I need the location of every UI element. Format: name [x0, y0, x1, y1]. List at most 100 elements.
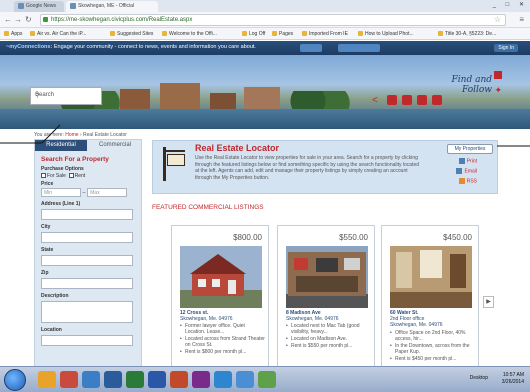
location-input[interactable] — [41, 335, 133, 346]
site-search-input[interactable]: Search ⚲ — [30, 87, 102, 105]
forward-icon[interactable]: → — [14, 15, 22, 25]
banner-building — [120, 89, 150, 111]
onenote-icon[interactable] — [192, 371, 210, 388]
home-icon[interactable] — [417, 95, 427, 105]
start-button[interactable] — [4, 369, 26, 391]
price-label: Price — [41, 181, 54, 187]
maps-icon[interactable] — [258, 371, 276, 388]
my-properties-button[interactable]: My Properties — [447, 144, 493, 154]
connections-text: Engage your community - connect to news,… — [53, 44, 256, 50]
address-bar: ← → ↻ https://me-skowhegan.civicplus.com… — [0, 12, 530, 28]
breadcrumb-home-link[interactable]: Home — [65, 132, 78, 138]
powerpoint-icon[interactable] — [170, 371, 188, 388]
bookmark-star-icon[interactable]: ☆ — [494, 15, 501, 25]
connections-go-button[interactable] — [300, 44, 322, 52]
skype-icon[interactable] — [236, 371, 254, 388]
bookmark-item[interactable]: Title 30-A, §5223: De... — [438, 30, 496, 38]
url-field[interactable]: https://me-skowhegan.civicplus.com/RealE… — [40, 14, 506, 26]
app-icon[interactable] — [82, 371, 100, 388]
listing-card[interactable]: $800.00 12 Cross st. Skowhegan, Me. 0497… — [171, 225, 269, 375]
banner-river — [0, 109, 530, 129]
zip-input[interactable] — [41, 278, 133, 289]
share-icon[interactable]: < — [372, 95, 382, 106]
facebook-icon[interactable] — [494, 71, 502, 79]
excel-icon[interactable] — [126, 371, 144, 388]
rent-checkbox[interactable] — [68, 173, 74, 179]
ie-icon[interactable] — [214, 371, 232, 388]
description-label: Description — [41, 293, 69, 299]
desktop-label[interactable]: Desktop — [470, 375, 488, 381]
email-link[interactable]: Email — [456, 168, 477, 174]
listing-city: Skowhegan, Me. 04976 — [180, 316, 233, 322]
browser-tab-bar: Google News Skowhegan, ME - Official _ □… — [0, 0, 530, 12]
listing-photo[interactable] — [286, 246, 368, 308]
connections-menu-button[interactable] — [338, 44, 380, 52]
twitter-icon[interactable]: ✦ — [494, 85, 502, 96]
print-link[interactable]: Print — [458, 158, 477, 164]
bookmark-item[interactable]: Welcome to the Offi... — [162, 30, 217, 38]
outlook-icon[interactable] — [104, 371, 122, 388]
banner-building — [160, 83, 200, 111]
tab-commercial[interactable]: Commercial — [89, 140, 141, 151]
print-icon[interactable] — [402, 95, 412, 105]
reload-icon[interactable]: ↻ — [25, 15, 32, 25]
purchase-options-label: Purchase Options — [41, 166, 84, 172]
folder-icon — [30, 31, 35, 37]
favicon-icon — [18, 2, 24, 9]
folder-icon — [110, 31, 115, 37]
state-input[interactable] — [41, 255, 133, 266]
search-heading: Search For a Property — [41, 156, 109, 163]
listing-price: $800.00 — [233, 233, 262, 242]
bookmark-item[interactable]: Imported From IE — [302, 30, 348, 38]
bookmark-icon — [358, 31, 363, 37]
email-icon — [456, 168, 463, 174]
folder-icon — [302, 31, 307, 37]
listing-details: Former lawyer office. Quiet Location. Le… — [180, 323, 266, 356]
lock-icon — [43, 17, 48, 22]
price-min-input[interactable]: Min — [41, 188, 81, 197]
word-icon[interactable] — [148, 371, 166, 388]
bookmark-icon — [162, 31, 167, 37]
translate-icon[interactable] — [387, 95, 397, 105]
bookmark-item[interactable]: Apps — [4, 30, 22, 38]
listing-price: $550.00 — [339, 233, 368, 242]
next-listings-button[interactable]: ▶ — [483, 296, 494, 308]
price-max-input[interactable]: Max — [87, 188, 128, 197]
bookmark-item[interactable]: How to Upload Phot... — [358, 30, 414, 38]
for-sale-checkbox[interactable] — [41, 173, 46, 179]
back-icon[interactable]: ← — [4, 15, 12, 25]
sign-in-button[interactable]: Sign In — [494, 44, 518, 52]
listing-card[interactable]: $550.00 8 Madison Ave Skowhegan, Me. 049… — [277, 225, 375, 375]
rss-link[interactable]: RSS — [458, 178, 477, 184]
apps-icon — [4, 31, 9, 37]
rss-icon — [458, 178, 465, 184]
for-sale-sign-icon — [159, 147, 187, 181]
real-estate-locator-box: Real Estate Locator Use the Real Estate … — [152, 140, 498, 194]
chrome-icon[interactable] — [60, 371, 78, 388]
tab-residential[interactable]: Residential — [35, 140, 87, 151]
city-input[interactable] — [41, 232, 133, 243]
locator-title: Real Estate Locator — [195, 143, 280, 153]
listing-photo[interactable] — [390, 246, 472, 308]
tab-google-news[interactable]: Google News — [14, 1, 64, 12]
search-icon[interactable]: ⚲ — [35, 92, 98, 99]
bookmark-item[interactable]: Air vs. Air Can the iP... — [30, 30, 86, 38]
address-input[interactable] — [41, 209, 133, 220]
bookmark-item[interactable]: Log Off — [242, 30, 265, 38]
window-controls[interactable]: _ □ ✕ — [493, 1, 528, 8]
menu-icon[interactable]: ≡ — [519, 15, 524, 24]
breadcrumb: You are here: Home › Real Estate Locator — [34, 132, 127, 138]
folder-icon[interactable] — [38, 371, 56, 388]
bookmark-item[interactable]: Pages — [272, 30, 293, 38]
tab-skowhegan[interactable]: Skowhegan, ME - Official — [66, 1, 158, 12]
bookmark-icon — [272, 31, 277, 37]
bookmark-item[interactable]: Suggested Sites — [110, 30, 153, 38]
bookmarks-bar: Apps Air vs. Air Can the iP... Suggested… — [0, 28, 530, 40]
listing-photo[interactable] — [180, 246, 262, 308]
system-clock[interactable]: 10:57 AM 3/26/2014 — [502, 372, 524, 386]
settings-icon[interactable] — [432, 95, 442, 105]
description-input[interactable] — [41, 301, 133, 323]
banner-trees — [290, 91, 350, 111]
connections-label: ~myConnections: — [6, 44, 53, 50]
listing-card[interactable]: $450.00 60 Water St. 2nd Floor office Sk… — [381, 225, 479, 375]
